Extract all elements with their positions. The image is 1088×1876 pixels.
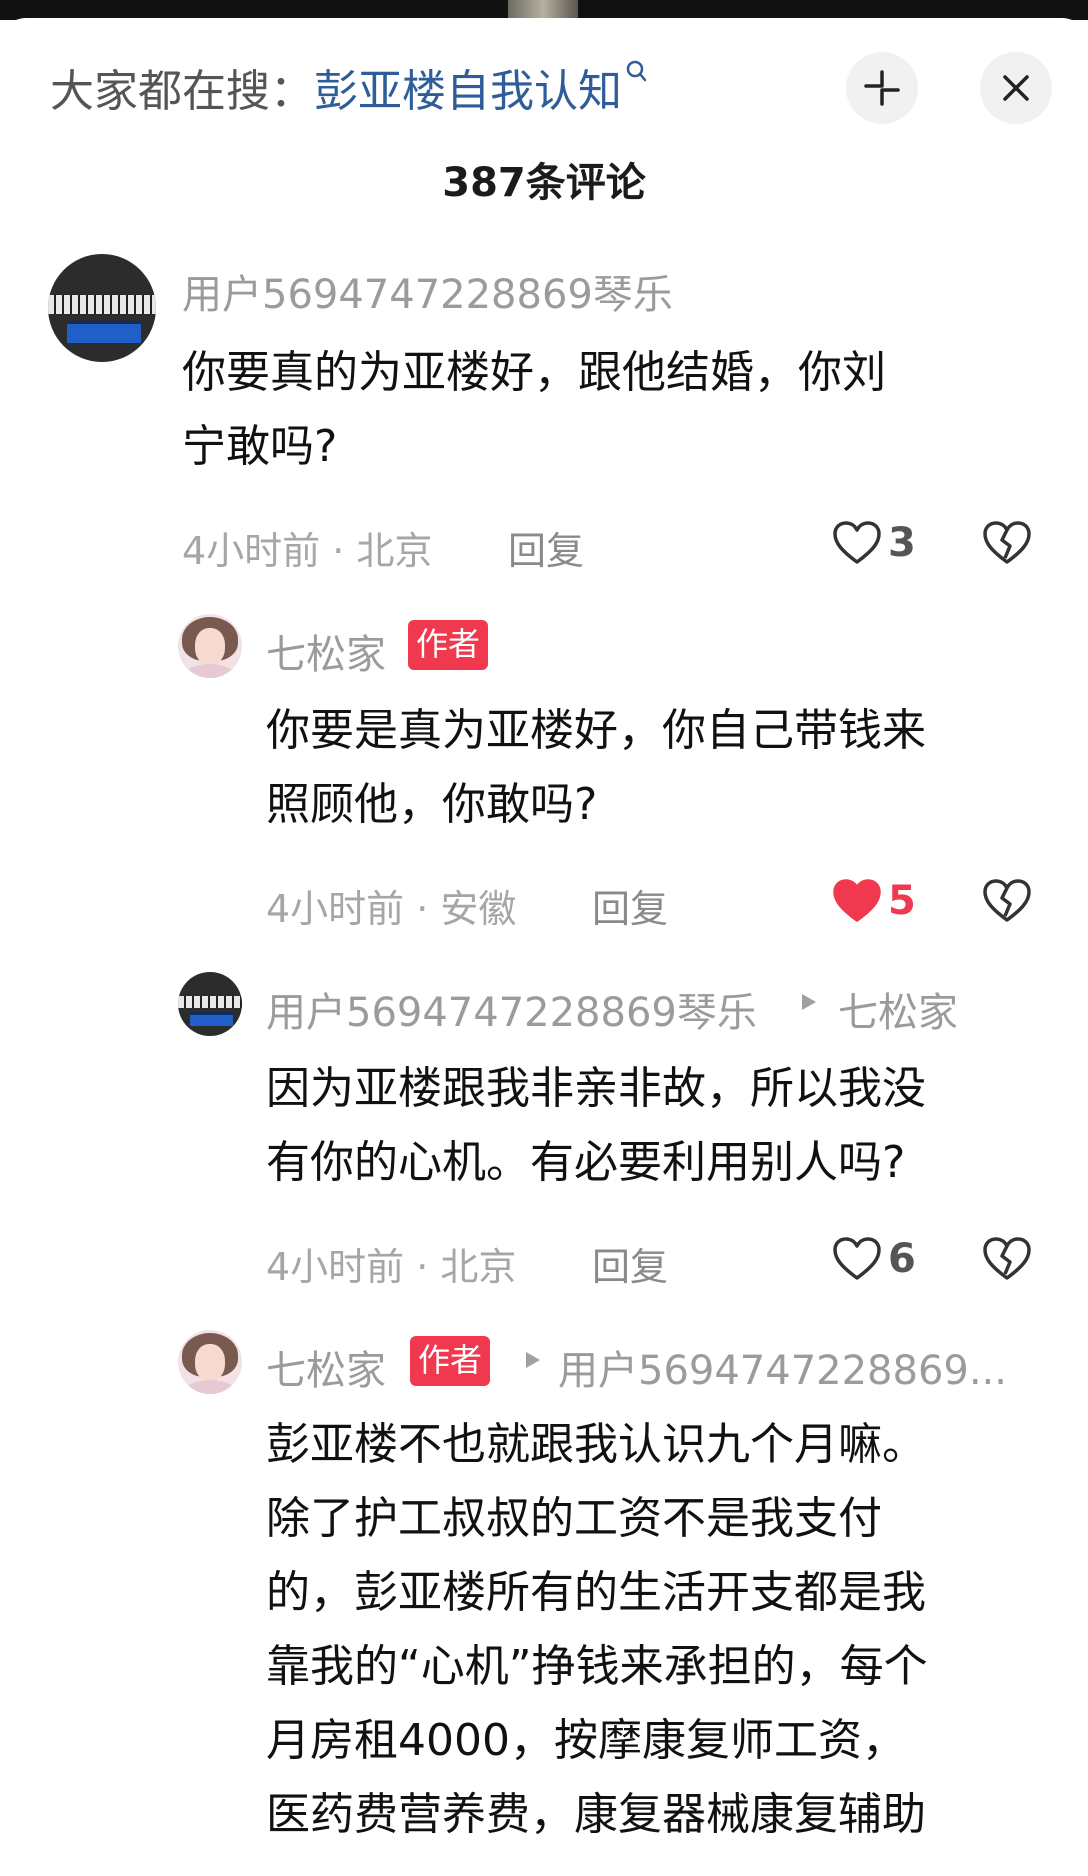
status-strip bbox=[0, 0, 1088, 20]
video-thumbnail bbox=[508, 0, 578, 20]
comment-meta: 4小时前 · 安徽 bbox=[266, 887, 517, 931]
comment-line: 靠我的“心机”挣钱来承担的，每个 bbox=[266, 1641, 928, 1692]
comment-line: 你要是真为亚楼好，你自己带钱来 bbox=[266, 705, 926, 756]
author-badge: 作者 bbox=[408, 620, 489, 670]
search-icon[interactable] bbox=[626, 60, 648, 90]
broken-heart-icon[interactable] bbox=[982, 520, 1032, 570]
reply-button[interactable]: 回复 bbox=[592, 878, 668, 933]
comment-line: 彭亚楼不也就跟我认识九个月嘛。 bbox=[266, 1419, 926, 1470]
comment-line: 照顾他，你敢吗? bbox=[266, 779, 598, 830]
piano-keys bbox=[178, 996, 242, 1008]
comment-username[interactable]: 用户5694747228869琴乐 bbox=[182, 262, 673, 320]
avatar[interactable] bbox=[178, 614, 242, 678]
comment-line: 有你的心机。有必要利用别人吗? bbox=[266, 1137, 906, 1188]
reply-arrow-icon bbox=[800, 992, 818, 1017]
comment-meta: 4小时前 · 北京 bbox=[182, 529, 433, 573]
piano-bench bbox=[189, 1011, 234, 1027]
comment-meta: 4小时前 · 北京 bbox=[266, 1245, 517, 1289]
heart-filled-icon[interactable] bbox=[832, 878, 882, 928]
reply-button[interactable]: 回复 bbox=[592, 1236, 668, 1291]
piano-keys bbox=[48, 295, 156, 315]
comment-username[interactable]: 七松家 bbox=[266, 1338, 386, 1396]
like-count: 3 bbox=[888, 520, 916, 566]
broken-heart-icon[interactable] bbox=[982, 878, 1032, 928]
comment-line: 除了护工叔叔的工资不是我支付 bbox=[266, 1493, 882, 1544]
comment-line: 月房租4000，按摩康复师工资， bbox=[266, 1715, 906, 1766]
collapse-icon bbox=[862, 68, 902, 108]
comment-line: 医药费营养费，康复器械康复辅助 bbox=[266, 1789, 926, 1840]
avatar[interactable] bbox=[178, 1330, 242, 1394]
comment-username[interactable]: 七松家 bbox=[266, 622, 386, 680]
avatar-face-shape bbox=[194, 1344, 226, 1382]
trending-search-row[interactable]: 大家都在搜： 彭亚楼自我认知 bbox=[50, 52, 648, 122]
trending-search-prefix: 大家都在搜： bbox=[50, 66, 314, 117]
comment-line: 宁敢吗? bbox=[182, 421, 338, 472]
avatar[interactable] bbox=[178, 972, 242, 1036]
close-button[interactable] bbox=[980, 52, 1052, 124]
comment-username[interactable]: 用户5694747228869琴乐 bbox=[266, 980, 757, 1038]
reply-button[interactable]: 回复 bbox=[508, 520, 584, 575]
avatar-shoulder bbox=[184, 1379, 236, 1394]
comment-line: 你要真的为亚楼好，跟他结婚，你刘 bbox=[182, 347, 886, 398]
heart-outline-icon[interactable] bbox=[832, 1236, 882, 1286]
reply-target-username[interactable]: 用户5694747228869... bbox=[558, 1338, 1007, 1396]
like-count: 6 bbox=[888, 1236, 916, 1282]
comment-text: 你要真的为亚楼好，跟他结婚，你刘 宁敢吗? bbox=[182, 336, 1042, 484]
piano-bench bbox=[67, 320, 141, 344]
comment-line: 的，彭亚楼所有的生活开支都是我 bbox=[266, 1567, 926, 1618]
like-count: 5 bbox=[888, 878, 916, 924]
comment-count-title: 387条评论 bbox=[442, 160, 646, 206]
avatar-shoulder bbox=[184, 663, 236, 678]
comment-text: 你要是真为亚楼好，你自己带钱来 照顾他，你敢吗? bbox=[266, 694, 1066, 842]
author-badge: 作者 bbox=[410, 1336, 491, 1386]
close-icon bbox=[1000, 72, 1032, 104]
heart-outline-icon[interactable] bbox=[832, 520, 882, 570]
avatar-face-shape bbox=[194, 628, 226, 666]
comment-line: 因为亚楼跟我非亲非故，所以我没 bbox=[266, 1063, 926, 1114]
reply-target-username[interactable]: 七松家 bbox=[838, 980, 958, 1038]
comment-text: 彭亚楼不也就跟我认识九个月嘛。 除了护工叔叔的工资不是我支付 的，彭亚楼所有的生… bbox=[266, 1408, 1076, 1852]
reply-arrow-icon bbox=[524, 1350, 542, 1375]
trending-search-term[interactable]: 彭亚楼自我认知 bbox=[314, 55, 622, 119]
avatar[interactable] bbox=[48, 254, 156, 362]
broken-heart-icon[interactable] bbox=[982, 1236, 1032, 1286]
collapse-button[interactable] bbox=[846, 52, 918, 124]
comment-text: 因为亚楼跟我非亲非故，所以我没 有你的心机。有必要利用别人吗? bbox=[266, 1052, 1066, 1200]
